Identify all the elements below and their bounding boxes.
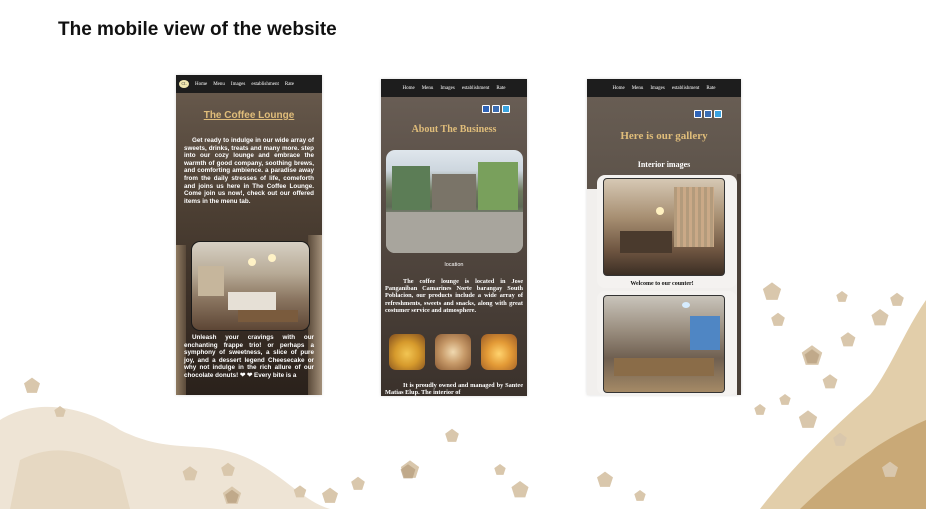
photo-wall-shelf xyxy=(198,266,224,296)
site-logo[interactable]: CL xyxy=(179,80,189,88)
mobile-screen-home: CL Home Menu Images establishment Rate T… xyxy=(176,75,322,395)
photo-building-right xyxy=(478,162,518,210)
photo-counter xyxy=(620,231,672,253)
gallery-subheading: Interior images xyxy=(637,160,691,169)
nav-menu[interactable]: Menu xyxy=(422,86,434,91)
nav-bar: Home Menu Images establishment Rate xyxy=(587,79,741,97)
nav-rate[interactable]: Rate xyxy=(706,86,715,91)
food-photo-3 xyxy=(481,334,517,370)
photo-building-mid xyxy=(432,174,476,210)
cafe-interior-photo xyxy=(191,241,310,331)
photo-lamp xyxy=(248,258,256,266)
nav-images[interactable]: Images xyxy=(440,86,454,91)
facebook-icon[interactable] xyxy=(482,105,490,113)
nav-menu[interactable]: Menu xyxy=(213,82,225,87)
photo-chairs xyxy=(238,310,298,322)
about-heading: About The Business xyxy=(411,124,497,135)
nav-establishment[interactable]: establishment xyxy=(251,82,279,87)
photo-counter xyxy=(228,292,276,310)
twitter-icon[interactable] xyxy=(502,105,510,113)
nav-establishment[interactable]: establishment xyxy=(462,86,490,91)
photo-wall-panel xyxy=(674,187,714,247)
nav-rate[interactable]: Rate xyxy=(496,86,505,91)
facebook-icon[interactable] xyxy=(694,110,702,118)
slide-title: The mobile view of the website xyxy=(58,19,337,40)
location-label: location xyxy=(444,262,464,268)
food-photo-1 xyxy=(389,334,425,370)
home-heading: The Coffee Lounge xyxy=(203,110,295,121)
location-text: The coffee lounge is located in Jose Pan… xyxy=(385,278,523,314)
home-intro-text: Get ready to indulge in our wide array o… xyxy=(184,137,314,205)
nav-home[interactable]: Home xyxy=(612,86,624,91)
photo-lamp xyxy=(656,207,664,215)
instagram-icon[interactable] xyxy=(492,105,500,113)
nav-images[interactable]: Images xyxy=(231,82,245,87)
photo-ceiling-light xyxy=(682,302,690,308)
photo-road xyxy=(386,212,523,253)
nav-rate[interactable]: Rate xyxy=(285,82,294,87)
owner-text: It is proudly owned and managed by Sante… xyxy=(385,382,523,396)
social-links xyxy=(694,110,722,118)
twitter-icon[interactable] xyxy=(714,110,722,118)
nav-images[interactable]: Images xyxy=(650,86,664,91)
counter-photo xyxy=(603,178,725,276)
photo-building-left xyxy=(392,166,430,210)
food-photo-2 xyxy=(435,334,471,370)
nav-bar: CL Home Menu Images establishment Rate xyxy=(176,75,322,93)
nav-home[interactable]: Home xyxy=(402,86,414,91)
mobile-screen-about: Home Menu Images establishment Rate Abou… xyxy=(381,79,527,396)
photo-tables xyxy=(614,358,714,376)
photo-window xyxy=(690,316,720,350)
location-street-photo xyxy=(386,150,523,253)
gallery-side-background xyxy=(737,174,741,395)
nav-menu[interactable]: Menu xyxy=(632,86,644,91)
counter-caption: Welcome to our counter! xyxy=(630,281,694,287)
gallery-heading: Here is our gallery xyxy=(620,130,708,142)
social-links xyxy=(482,105,510,113)
mobile-screen-gallery: Home Menu Images establishment Rate Here… xyxy=(587,79,741,395)
photo-lamp xyxy=(268,254,276,262)
nav-home[interactable]: Home xyxy=(195,82,207,87)
nav-bar: Home Menu Images establishment Rate xyxy=(381,79,527,97)
dining-area-photo xyxy=(603,295,725,393)
home-cravings-text: Unleash your cravings with our enchantin… xyxy=(184,334,314,379)
instagram-icon[interactable] xyxy=(704,110,712,118)
nav-establishment[interactable]: establishment xyxy=(672,86,700,91)
